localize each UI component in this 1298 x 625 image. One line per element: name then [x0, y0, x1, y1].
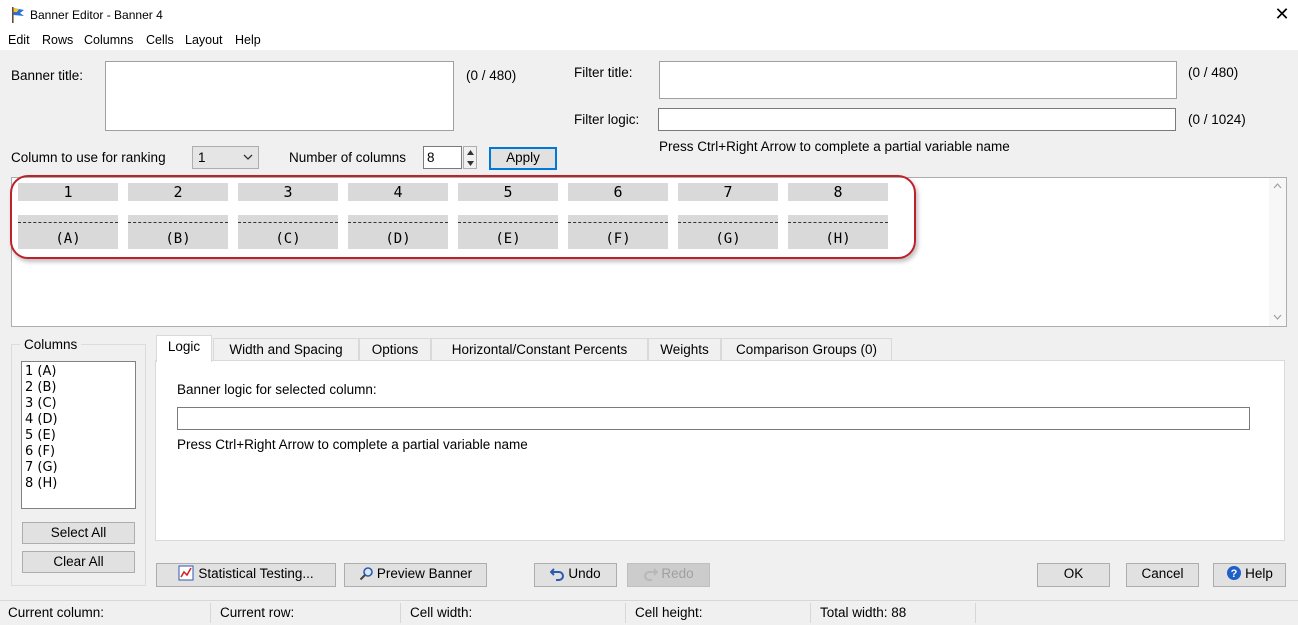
menu-help[interactable]: Help	[235, 33, 261, 47]
list-item[interactable]: 1 (A)	[22, 364, 135, 380]
highlight-ring	[10, 175, 916, 259]
undo-icon	[550, 568, 565, 581]
status-cell-height: Cell height:	[635, 605, 703, 620]
spin-down-icon[interactable]	[467, 161, 474, 166]
window-title: Banner Editor - Banner 4	[30, 8, 163, 22]
redo-button[interactable]: Redo	[627, 563, 710, 587]
menu-columns[interactable]: Columns	[84, 33, 133, 47]
status-divider	[625, 603, 626, 623]
help-button[interactable]: ? Help	[1213, 563, 1286, 587]
num-columns-value: 8	[427, 150, 435, 165]
statistical-testing-button[interactable]: Statistical Testing...	[156, 563, 336, 587]
list-item[interactable]: 3 (C)	[22, 396, 135, 412]
status-divider	[975, 603, 976, 623]
undo-button[interactable]: Undo	[534, 563, 617, 587]
tab-weights[interactable]: Weights	[648, 338, 721, 361]
grid-vertical-scrollbar[interactable]	[1269, 178, 1286, 326]
banner-logic-hint: Press Ctrl+Right Arrow to complete a par…	[177, 437, 528, 452]
filter-title-counter: (0 / 480)	[1188, 65, 1239, 80]
columns-listbox[interactable]: 1 (A) 2 (B) 3 (C) 4 (D) 5 (E) 6 (F) 7 (G…	[21, 361, 136, 509]
undo-label: Undo	[568, 566, 601, 581]
list-item[interactable]: 2 (B)	[22, 380, 135, 396]
preview-banner-button[interactable]: Preview Banner	[344, 563, 487, 587]
scroll-up-icon[interactable]	[1273, 183, 1282, 189]
menu-layout[interactable]: Layout	[185, 33, 223, 47]
menu-rows[interactable]: Rows	[42, 33, 73, 47]
clear-all-button[interactable]: Clear All	[22, 551, 135, 573]
banner-logic-label: Banner logic for selected column:	[177, 382, 377, 397]
redo-icon	[644, 568, 659, 581]
status-divider	[400, 603, 401, 623]
list-item[interactable]: 8 (H)	[22, 476, 135, 492]
menu-bar: Edit Rows Columns Cells Layout Help	[0, 30, 1298, 50]
status-current-column: Current column:	[8, 605, 105, 620]
banner-title-counter: (0 / 480)	[466, 68, 517, 83]
close-icon[interactable]: ✕	[1272, 4, 1292, 24]
tab-logic[interactable]: Logic	[156, 335, 212, 362]
tab-comparison-groups[interactable]: Comparison Groups (0)	[721, 338, 892, 361]
banner-app-icon	[12, 7, 24, 23]
apply-button[interactable]: Apply	[489, 147, 557, 170]
banner-title-input[interactable]	[105, 61, 454, 131]
ranking-select-value: 1	[198, 150, 206, 165]
filter-logic-counter: (0 / 1024)	[1188, 112, 1246, 127]
filter-logic-label: Filter logic:	[574, 112, 640, 127]
redo-label: Redo	[661, 566, 694, 581]
menu-cells[interactable]: Cells	[146, 33, 174, 47]
select-all-button[interactable]: Select All	[22, 522, 135, 544]
logic-tab-panel: Banner logic for selected column: Press …	[155, 360, 1285, 541]
ok-button[interactable]: OK	[1037, 563, 1110, 587]
filter-logic-input[interactable]	[658, 108, 1176, 131]
num-columns-spinner[interactable]	[463, 146, 477, 169]
magnifier-icon	[359, 567, 373, 581]
statistical-testing-label: Statistical Testing...	[198, 566, 314, 581]
list-item[interactable]: 6 (F)	[22, 444, 135, 460]
banner-logic-input[interactable]	[177, 407, 1250, 430]
menu-edit[interactable]: Edit	[8, 33, 30, 47]
ranking-select[interactable]: 1	[192, 146, 259, 169]
title-bar: Banner Editor - Banner 4 ✕	[0, 0, 1298, 30]
num-columns-label: Number of columns	[289, 150, 407, 165]
columns-group-label: Columns	[20, 337, 82, 352]
preview-banner-label: Preview Banner	[376, 566, 473, 581]
tab-options[interactable]: Options	[359, 338, 431, 361]
status-total-width: Total width: 88	[820, 605, 907, 620]
cancel-button[interactable]: Cancel	[1126, 563, 1199, 587]
svg-text:?: ?	[1231, 568, 1238, 580]
help-icon: ?	[1227, 566, 1242, 581]
filter-title-input[interactable]	[659, 61, 1177, 99]
status-cell-width: Cell width:	[410, 605, 473, 620]
spin-up-icon[interactable]	[467, 150, 474, 155]
status-divider	[810, 603, 811, 623]
scroll-down-icon[interactable]	[1273, 314, 1282, 320]
tab-width-and-spacing[interactable]: Width and Spacing	[213, 338, 359, 361]
chevron-down-icon	[243, 154, 253, 160]
list-item[interactable]: 5 (E)	[22, 428, 135, 444]
list-item[interactable]: 7 (G)	[22, 460, 135, 476]
status-bar: Current column: Current row: Cell width:…	[0, 600, 1298, 625]
filter-title-label: Filter title:	[574, 65, 633, 80]
tab-horizontal-constant-percents[interactable]: Horizontal/Constant Percents	[431, 338, 648, 361]
status-current-row: Current row:	[220, 605, 295, 620]
help-label: Help	[1245, 566, 1273, 581]
filter-logic-hint: Press Ctrl+Right Arrow to complete a par…	[659, 139, 1010, 154]
status-divider	[210, 603, 211, 623]
banner-title-label: Banner title:	[11, 68, 84, 83]
num-columns-input[interactable]: 8	[423, 146, 462, 169]
list-item[interactable]: 4 (D)	[22, 412, 135, 428]
chart-icon	[178, 565, 194, 581]
ranking-label: Column to use for ranking	[11, 150, 166, 165]
